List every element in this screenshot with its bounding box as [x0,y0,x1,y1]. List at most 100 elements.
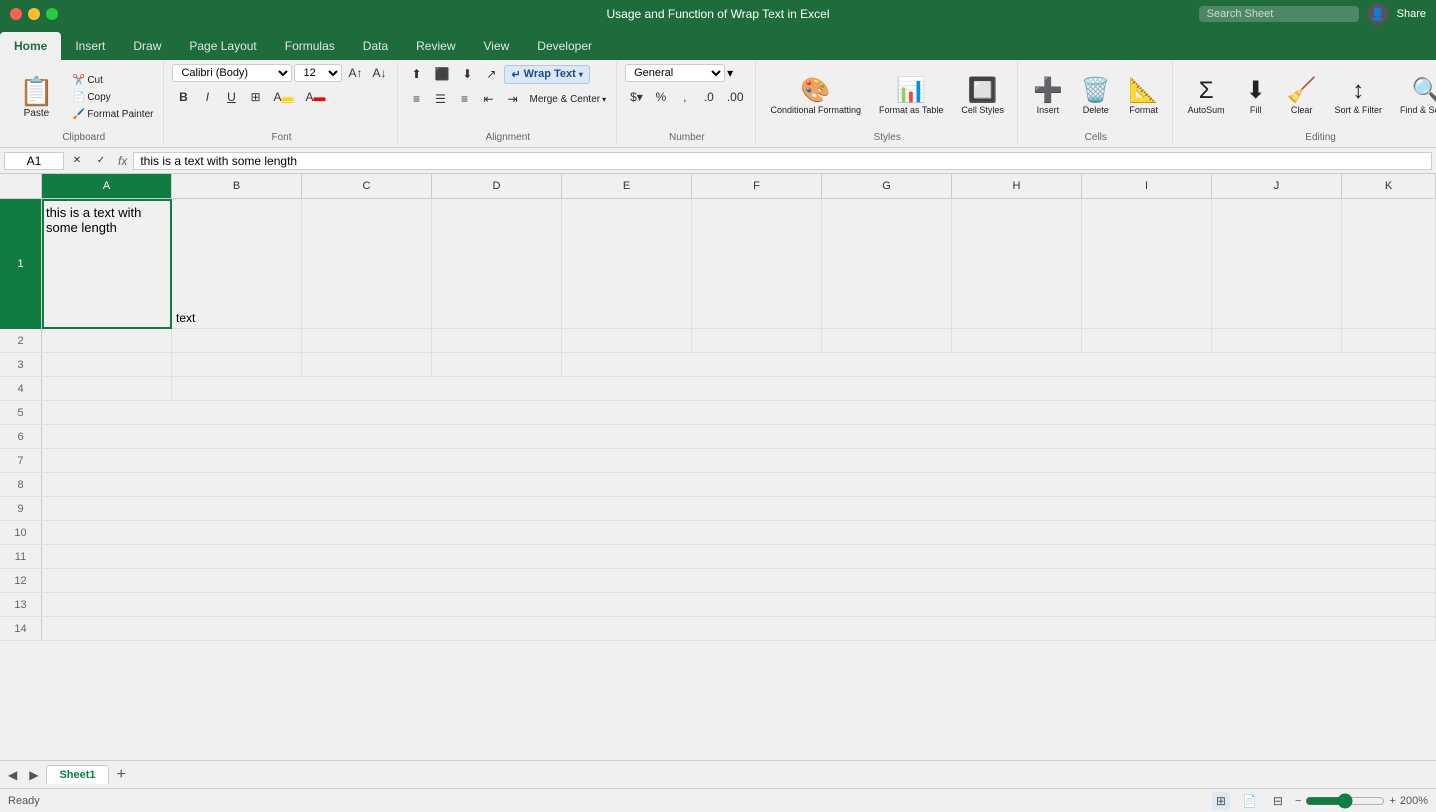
minimize-button[interactable] [28,8,40,20]
cell-rest-8[interactable] [42,473,1436,496]
align-bottom-button[interactable]: ⬇ [456,64,478,84]
fill-color-button[interactable]: A▬ [268,87,298,107]
maximize-button[interactable] [46,8,58,20]
zoom-slider[interactable] [1305,793,1385,809]
cell-c1[interactable] [302,199,432,329]
font-decrease-button[interactable]: A↓ [368,64,390,82]
delete-button[interactable]: 🗑️ Delete [1074,74,1118,120]
close-button[interactable] [10,8,22,20]
underline-button[interactable]: U [220,87,242,107]
decrease-decimal-button[interactable]: .0 [698,87,720,107]
cell-b2[interactable] [172,329,302,352]
cell-f2[interactable] [692,329,822,352]
cell-rest-13[interactable] [42,593,1436,616]
align-top-button[interactable]: ⬆ [406,64,428,84]
clear-button[interactable]: 🧹 Clear [1280,74,1324,120]
row-number-14[interactable]: 14 [0,617,42,640]
col-header-g[interactable]: G [822,174,952,198]
bold-button[interactable]: B [172,87,194,107]
col-header-f[interactable]: F [692,174,822,198]
autosum-button[interactable]: Σ AutoSum [1181,74,1232,120]
cell-h2[interactable] [952,329,1082,352]
zoom-out-icon[interactable]: − [1295,795,1301,807]
cell-d3[interactable] [432,353,562,376]
tab-insert[interactable]: Insert [61,32,119,60]
cell-g1[interactable] [822,199,952,329]
col-header-j[interactable]: J [1212,174,1342,198]
cell-rest-10[interactable] [42,521,1436,544]
col-header-c[interactable]: C [302,174,432,198]
tab-view[interactable]: View [470,32,524,60]
cell-rest-7[interactable] [42,449,1436,472]
cell-d2[interactable] [432,329,562,352]
cell-b1[interactable]: text [172,199,302,329]
row-number-4[interactable]: 4 [0,377,42,400]
tab-home[interactable]: Home [0,32,61,60]
share-button[interactable]: Share [1397,8,1426,20]
tab-formulas[interactable]: Formulas [271,32,349,60]
tab-developer[interactable]: Developer [523,32,606,60]
cell-j2[interactable] [1212,329,1342,352]
cell-rest-14[interactable] [42,617,1436,640]
cell-rest-6[interactable] [42,425,1436,448]
borders-button[interactable]: ⊞ [244,87,266,107]
align-left-button[interactable]: ≡ [406,89,428,109]
row-number-6[interactable]: 6 [0,425,42,448]
cell-rest-5[interactable] [42,401,1436,424]
cell-j1[interactable] [1212,199,1342,329]
tab-pagelayout[interactable]: Page Layout [175,32,270,60]
cell-g2[interactable] [822,329,952,352]
number-format-select[interactable]: General [625,64,725,82]
row-number-12[interactable]: 12 [0,569,42,592]
cell-h1[interactable] [952,199,1082,329]
cut-button[interactable]: ✂️ Cut [69,73,158,88]
format-painter-button[interactable]: 🖌️ Format Painter [69,107,158,122]
cell-f1[interactable] [692,199,822,329]
merge-center-button[interactable]: Merge & Center ▾ [526,92,611,107]
col-header-e[interactable]: E [562,174,692,198]
cell-k1[interactable] [1342,199,1436,329]
col-header-i[interactable]: I [1082,174,1212,198]
cell-rest-12[interactable] [42,569,1436,592]
row-number-2[interactable]: 2 [0,329,42,352]
cell-a4[interactable] [42,377,172,400]
conditional-formatting-button[interactable]: 🎨 Conditional Formatting [764,74,869,120]
angle-text-button[interactable]: ↗ [480,64,502,84]
cell-e1[interactable] [562,199,692,329]
col-header-d[interactable]: D [432,174,562,198]
sheet-prev-button[interactable]: ◀ [4,766,21,784]
find-select-button[interactable]: 🔍 Find & Select [1393,74,1436,120]
page-break-view-button[interactable]: ⊟ [1269,792,1287,810]
font-size-select[interactable]: 12 [294,64,342,82]
wrap-text-button[interactable]: ↵ Wrap Text ▾ [504,65,589,84]
cell-a1[interactable]: this is a text with some length [42,199,172,329]
search-input[interactable] [1199,6,1359,22]
decrease-indent-button[interactable]: ⇤ [478,89,500,109]
row-number-5[interactable]: 5 [0,401,42,424]
tab-review[interactable]: Review [402,32,469,60]
paste-button[interactable]: 📋 Paste [10,70,63,124]
row-number-7[interactable]: 7 [0,449,42,472]
row-number-3[interactable]: 3 [0,353,42,376]
cancel-formula-button[interactable]: ✕ [66,152,88,169]
cell-a3[interactable] [42,353,172,376]
font-increase-button[interactable]: A↑ [344,64,366,82]
cell-c3[interactable] [302,353,432,376]
zoom-in-icon[interactable]: + [1389,795,1395,807]
increase-indent-button[interactable]: ⇥ [502,89,524,109]
sheet-next-button[interactable]: ▶ [25,766,42,784]
cell-rest-11[interactable] [42,545,1436,568]
align-center-button[interactable]: ☰ [430,89,452,109]
cell-e2[interactable] [562,329,692,352]
normal-view-button[interactable]: ⊞ [1212,792,1230,810]
format-button[interactable]: 📐 Format [1122,74,1166,120]
italic-button[interactable]: I [196,87,218,107]
sheet-tab-sheet1[interactable]: Sheet1 [46,765,108,784]
font-color-button[interactable]: A▬ [300,87,330,107]
cell-rest-9[interactable] [42,497,1436,520]
align-middle-button[interactable]: ⬛ [430,64,455,84]
cell-k2[interactable] [1342,329,1436,352]
cell-styles-button[interactable]: 🔲 Cell Styles [954,74,1011,120]
user-avatar[interactable]: 👤 [1367,3,1389,25]
cell-reference-box[interactable]: A1 [4,152,64,170]
